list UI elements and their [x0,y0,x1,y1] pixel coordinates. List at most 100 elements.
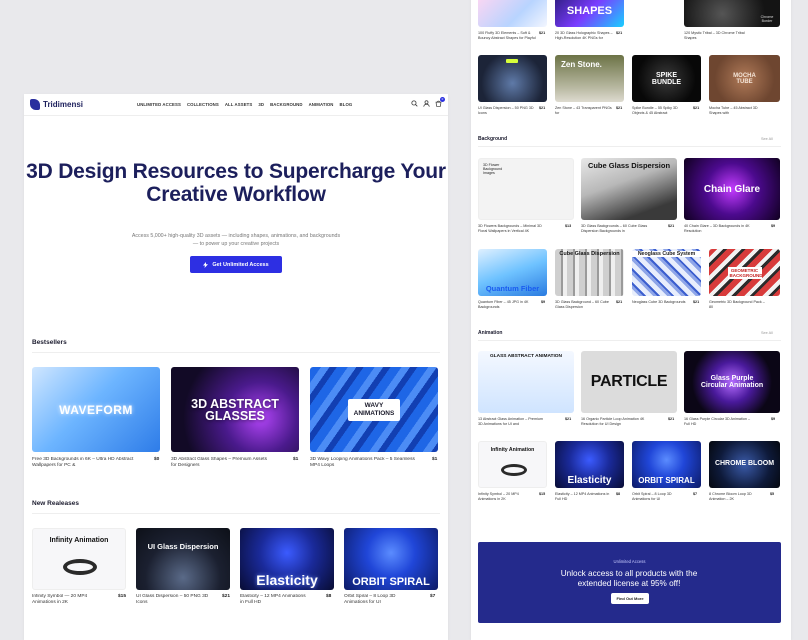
product-price: $21 [668,417,675,421]
product-title: UI Glass Dispersion – 50 PNG 3D Icons [136,594,209,606]
thumbnail-art-text: Glass Purple Circular Animation [700,374,764,390]
product-price: $1 [293,457,299,462]
product-thumbnail [478,0,547,27]
product-price: $8 [616,492,621,496]
bestsellers-heading: Bestsellers [32,339,67,346]
brand-logo[interactable]: Tridimensi [30,99,83,110]
thumbnail-art-text: Elasticity [567,475,612,486]
product-title: 3D Wavy Looping Animations Pack – 5 Seam… [310,457,415,469]
thumbnail-art-text: Infinity Animation [490,447,535,453]
infinity-shape-icon [63,559,97,575]
user-icon[interactable] [423,100,430,107]
product-title: 40 Chain Glare – 3D Backgrounds in 4K Re… [684,224,750,233]
background-heading: Background [478,136,508,142]
thumbnail-art-text: Chain Glare [703,183,761,195]
animation-see-all-link[interactable]: See All [761,331,773,335]
homepage-left: Tridimensi UNLIMITED ACCESS COLLECTIONS … [24,94,448,640]
product-title: Spike Bundle – 55 Spiky 3D Objects & 45 … [632,106,678,115]
product-title: 100 Fluffy 3D Elements – Soft & Bouncy A… [478,31,536,40]
product-title: 20 3D Glass Holographic Shapes – High-Re… [555,31,613,40]
thumbnail-art-text: Infinity Animation [49,537,109,544]
product-title: 3D Abstract Glass Shapes – Premium Asset… [171,457,267,469]
product-price: $21 [616,31,623,35]
product-price: $0 [154,457,160,462]
infinity-shape-icon [501,464,527,476]
product-thumbnail: SHAPES [555,0,624,27]
product-thumbnail: 3D Flower Background Images [478,158,574,220]
thumbnail-art-text: Cube Glass Dispersion [587,161,671,170]
product-thumbnail: 3D ABSTRACT GLASSES [171,367,299,452]
product-price: $21 [693,300,700,304]
new-releases-heading: New Realeases [32,500,79,507]
nav-item-all-assets[interactable]: ALL ASSETS [225,102,253,107]
nav-item-collections[interactable]: COLLECTIONS [187,102,219,107]
product-thumbnail: CHROME BLOOM [709,441,780,488]
thumbnail-art-text: Quantum Fiber [485,284,540,293]
nav-item-animation[interactable]: ANIMATION [309,102,334,107]
product-title: Mocha Tube – 45 Abstract 3D Shapes with [709,106,758,115]
nav-item-background[interactable]: BACKGROUND [270,102,303,107]
product-price: $9 [541,300,546,304]
product-thumbnail: PARTICLE [581,351,677,413]
product-thumbnail [478,55,547,102]
product-thumbnail: UI Glass Dispersion [136,528,230,590]
product-price: $21 [222,594,231,599]
product-title: 3D Glass Background – 60 Cube Glass Disp… [555,300,609,309]
thumbnail-art-text: ORBIT SPIRAL [638,476,695,485]
product-thumbnail: Chain Glare [684,158,780,220]
get-unlimited-access-button[interactable]: Get Unlimited Access [190,256,282,273]
search-icon[interactable] [411,100,418,107]
cart-button[interactable]: 0 [435,97,445,107]
product-thumbnail: Quantum Fiber [478,249,547,296]
product-title: Orbit Spiral – 8 Loop 3D Animations for … [344,594,396,606]
thumbnail-art-text: Zen Stone. [561,60,602,69]
product-thumbnail: Cube Glass Dispersion [581,158,677,220]
thumbnail-art-text: UI Glass Dispersion [147,542,219,551]
product-title: Quantum Fiber – 45 JPG in 4K Backgrounds [478,300,529,309]
product-title: 8 Chrome Bloom Loop 3D Animation – 2K [709,492,752,501]
product-title: Infinity Symbol — 20 MP4 Animations in 2… [32,594,88,606]
thumbnail-art-text: 3D ABSTRACT GLASSES [191,396,279,423]
product-price: $21 [539,31,546,35]
hero-subtitle: Access 5,000+ high-quality 3D assets — i… [131,233,341,247]
new-badge [506,59,518,63]
thumbnail-art-text: WAVEFORM [59,402,133,417]
product-thumbnail: Neoglass Cube System [632,249,701,296]
product-price: $9 [771,417,776,421]
background-see-all-link[interactable]: See All [761,137,773,141]
product-price: $21 [668,224,675,228]
divider [478,146,781,147]
product-thumbnail: ORBIT SPIRAL [344,528,438,590]
product-thumbnail: Cube Glass Dispersion [555,249,624,296]
thumbnail-art-text: 3D Flower Background Images [483,163,503,176]
thumbnail-art-text: MOCHA TUBE [733,72,756,85]
thumbnail-art-text: GLASS ABSTRACT ANIMATION [489,354,563,359]
find-out-more-button[interactable]: Find Out More [611,593,649,604]
product-title: Neoglass Cube 3D Backgrounds [632,300,686,304]
banner-eyebrow: Unlimited Access [613,559,646,564]
product-thumbnail: Glass Purple Circular Animation [684,351,780,413]
thumbnail-art-text: WAVY ANIMATIONS [348,398,400,421]
product-thumbnail: Chrome Border [684,0,780,27]
product-thumbnail: MOCHA TUBE [709,55,780,102]
thumbnail-art-text: Chrome Border [760,15,774,23]
product-price: $1 [432,457,438,462]
nav-item-unlimited-access[interactable]: UNLIMITED ACCESS [137,102,181,107]
product-title: Elasticity – 12 MP4 Animations in Full H… [555,492,610,501]
thumbnail-art-text: Cube Glass Dispersion [559,251,620,257]
product-thumbnail: WAVEFORM [32,367,160,452]
thumbnail-art-text: SHAPES [566,4,613,17]
product-thumbnail: ORBIT SPIRAL [632,441,701,488]
nav-item-blog[interactable]: BLOG [340,102,353,107]
product-price: $21 [693,106,700,110]
product-thumbnail: Zen Stone. [555,55,624,102]
brand-name: Tridimensi [43,100,84,109]
product-price: $7 [430,594,436,599]
logo-mark-icon [30,99,40,110]
thumbnail-art-text: PARTICLE [590,373,668,390]
product-title: 3D Glass Backgrounds – 60 Cube Glass Dis… [581,224,648,233]
thumbnail-art-text: CHROME BLOOM [714,460,775,467]
nav-item-3d[interactable]: 3D [258,102,264,107]
product-title: Elasticity – 12 MP4 Animations in Full H… [240,594,306,606]
product-thumbnail: GEOMETRIC BACKGROUND [709,249,780,296]
